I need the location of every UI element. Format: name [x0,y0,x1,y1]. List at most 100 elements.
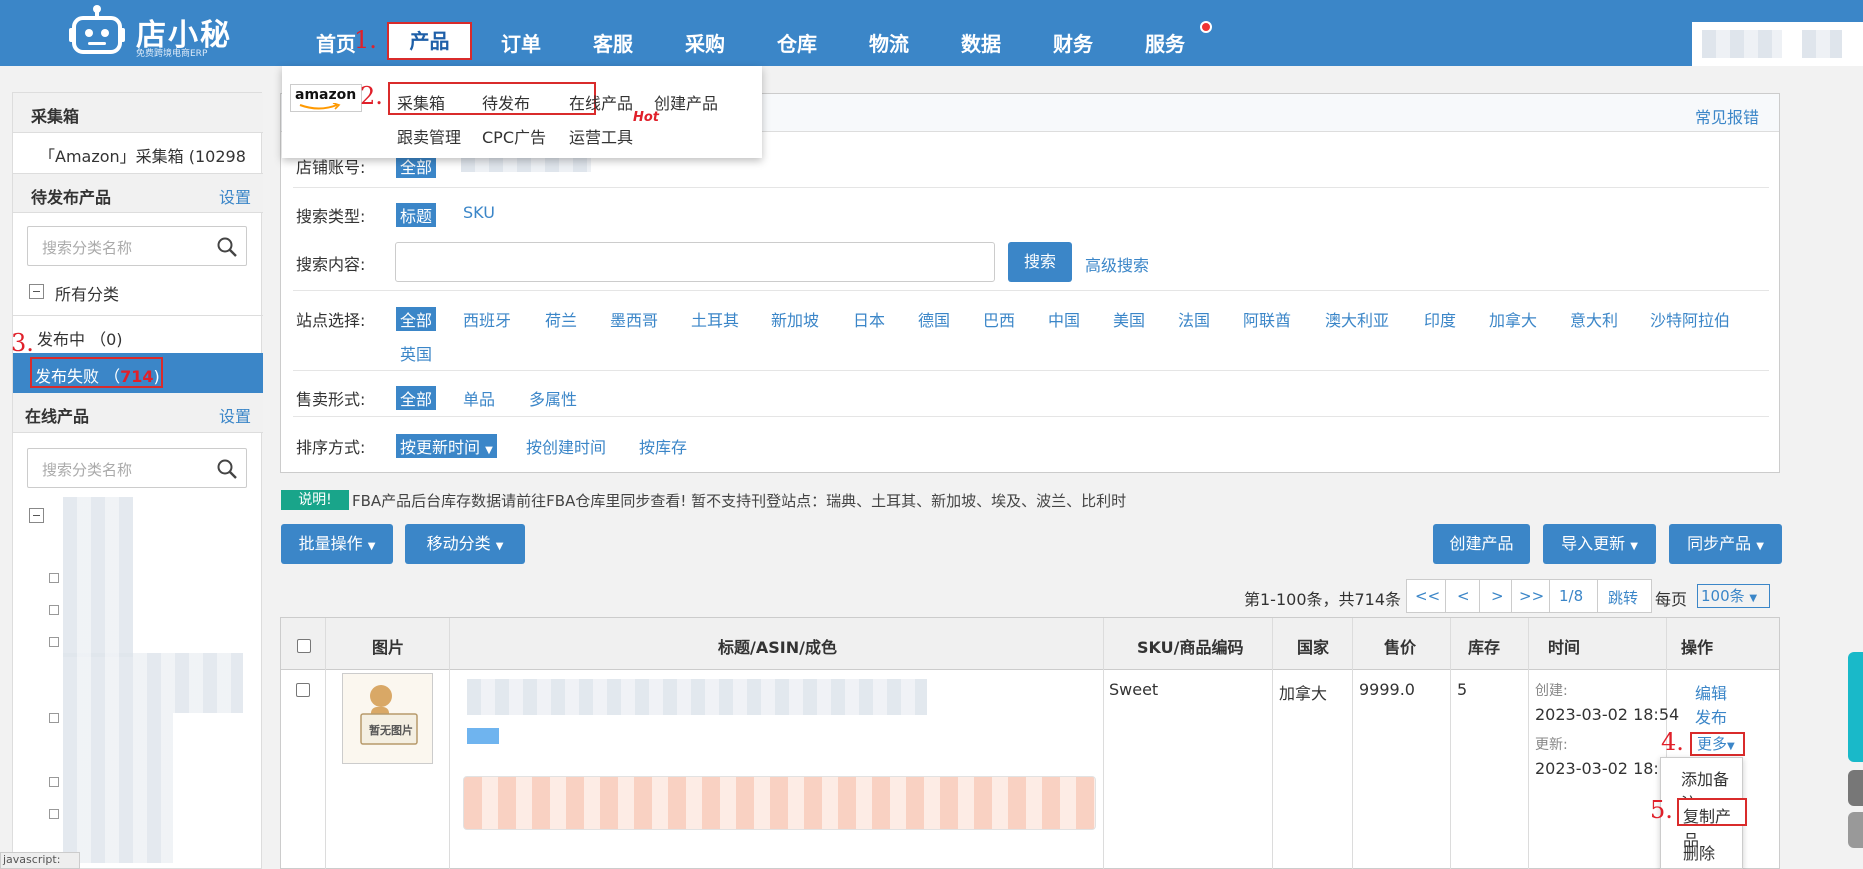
nav-warehouse[interactable]: 仓库 [777,28,817,57]
search-icon[interactable] [216,458,238,480]
sort-by-create-time[interactable]: 按创建时间 [526,434,606,458]
site-select-label: 站点选择: [296,311,366,330]
create-product-button[interactable]: 创建产品 [1433,524,1530,564]
sidebar-item-all-categories[interactable]: 所有分类 [55,281,119,305]
floating-feedback-button[interactable] [1848,770,1863,806]
nav-home[interactable]: 首页 [316,28,356,57]
menu-collect-box[interactable]: 采集箱 [397,90,445,114]
delete-option[interactable]: 删除 [1683,840,1715,864]
col-title-asin: 标题/ASIN/成色 [718,638,837,657]
page-first[interactable]: << [1415,587,1440,605]
menu-operation-tools[interactable]: 运营工具 [569,124,633,148]
updated-time: 2023-03-02 18:59 [1535,759,1680,778]
nav-services[interactable]: 服务 [1145,28,1185,57]
site-saudi-arabia[interactable]: 沙特阿拉伯 [1650,307,1730,331]
publish-link[interactable]: 发布 [1695,704,1727,728]
site-singapore[interactable]: 新加坡 [771,307,819,331]
sort-by-stock[interactable]: 按库存 [639,434,687,458]
sidebar-item-amazon-collect[interactable]: 「Amazon」采集箱 (10298 [39,143,246,167]
sell-all[interactable]: 全部 [396,386,437,410]
search-content-input[interactable] [395,242,995,282]
page-jump[interactable]: 跳转 [1608,587,1638,608]
search-type-title[interactable]: 标题 [396,203,437,227]
per-page-select[interactable]: 100条 ▼ [1697,584,1770,608]
select-all-checkbox[interactable] [297,639,311,653]
nav-purchase[interactable]: 采购 [685,28,725,57]
site-turkey[interactable]: 土耳其 [691,307,739,331]
site-france[interactable]: 法国 [1178,307,1210,331]
page-last[interactable]: >> [1519,587,1544,605]
site-australia[interactable]: 澳大利亚 [1325,307,1389,331]
site-japan[interactable]: 日本 [853,307,885,331]
pending-category-search-input[interactable]: 搜索分类名称 [27,226,247,266]
advanced-search-link[interactable]: 高级搜索 [1085,252,1149,276]
site-canada[interactable]: 加拿大 [1489,307,1537,331]
sell-single[interactable]: 单品 [463,386,495,410]
sidebar-section-collect: 采集箱 [13,93,263,133]
sidebar: 采集箱 「Amazon」采集箱 (10298 待发布产品 设置 搜索分类名称 所… [11,92,263,869]
search-icon[interactable] [216,236,238,258]
sort-by-update-time[interactable]: 按更新时间 ▼ [396,434,497,458]
site-uae[interactable]: 阿联酋 [1243,307,1291,331]
annotation-1: 1. [354,26,377,54]
nav-finance[interactable]: 财务 [1053,28,1093,57]
site-netherlands[interactable]: 荷兰 [545,307,577,331]
collapse-icon[interactable] [29,284,44,299]
menu-pending-publish[interactable]: 待发布 [482,90,530,114]
more-dropdown[interactable]: 更多▼ [1690,732,1745,756]
import-update-button[interactable]: 导入更新 ▼ [1543,524,1656,564]
site-usa[interactable]: 美国 [1113,307,1145,331]
pending-settings-link[interactable]: 设置 [219,184,251,208]
site-india[interactable]: 印度 [1424,307,1456,331]
caret-down-icon: ▼ [367,541,376,552]
online-settings-link[interactable]: 设置 [219,403,251,427]
nav-customer-service[interactable]: 客服 [593,28,633,57]
site-germany[interactable]: 德国 [918,307,950,331]
batch-operation-button[interactable]: 批量操作 ▼ [281,524,393,564]
blurred-product-title[interactable] [467,679,927,715]
site-spain[interactable]: 西班牙 [463,307,511,331]
product-dropdown-menu: amazon 2. 采集箱 待发布 在线产品 创建产品 跟卖管理 CPC广告 运… [282,66,762,158]
site-china[interactable]: 中国 [1048,307,1080,331]
row-checkbox[interactable] [296,683,310,697]
updated-label: 更新: [1535,737,1568,753]
menu-follow-sell[interactable]: 跟卖管理 [397,124,461,148]
amazon-platform-logo[interactable]: amazon [290,84,362,112]
sell-multi-variant[interactable]: 多属性 [529,386,577,410]
back-to-top-button[interactable] [1848,812,1863,848]
move-category-button[interactable]: 移动分类 ▼ [405,524,525,564]
nav-products[interactable]: 产品 [387,22,472,60]
menu-create-product[interactable]: 创建产品 [654,90,718,114]
collapse-icon[interactable] [29,508,44,523]
common-errors-link[interactable]: 常见报错 [1695,104,1759,128]
user-account-area[interactable] [1692,22,1863,66]
blurred-asin[interactable] [467,728,499,744]
sidebar-item-publish-failed[interactable]: 发布失败 （714) [13,353,263,393]
product-thumbnail[interactable]: 暂无图片 [342,673,433,764]
col-image: 图片 [372,638,405,657]
site-brazil[interactable]: 巴西 [983,307,1015,331]
nav-data[interactable]: 数据 [961,28,1001,57]
sell-type-label: 售卖形式: [296,390,366,409]
site-italy[interactable]: 意大利 [1570,307,1618,331]
sidebar-item-publishing[interactable]: 发布中 （0) [37,326,123,350]
site-mexico[interactable]: 墨西哥 [610,307,658,331]
page-prev[interactable]: < [1457,587,1470,605]
page-next[interactable]: > [1491,587,1504,605]
site-uk[interactable]: 英国 [400,341,432,365]
online-category-search-input[interactable]: 搜索分类名称 [27,448,247,488]
search-button[interactable]: 搜索 [1008,242,1072,282]
edit-link[interactable]: 编辑 [1695,680,1727,704]
sync-product-button[interactable]: 同步产品 ▼ [1669,524,1782,564]
menu-online-products[interactable]: 在线产品 [569,90,633,114]
search-type-sku[interactable]: SKU [463,203,495,222]
amazon-smile-icon [299,103,341,110]
menu-cpc-ads[interactable]: CPC广告 [482,124,546,148]
site-all[interactable]: 全部 [396,307,437,331]
page-indicator[interactable]: 1/8 [1559,587,1583,605]
nav-logistics[interactable]: 物流 [869,28,909,57]
robot-logo-icon[interactable] [68,4,126,58]
failed-label: 发布失败 （ [35,367,121,386]
floating-help-tab[interactable] [1848,652,1863,762]
nav-orders[interactable]: 订单 [501,28,541,57]
